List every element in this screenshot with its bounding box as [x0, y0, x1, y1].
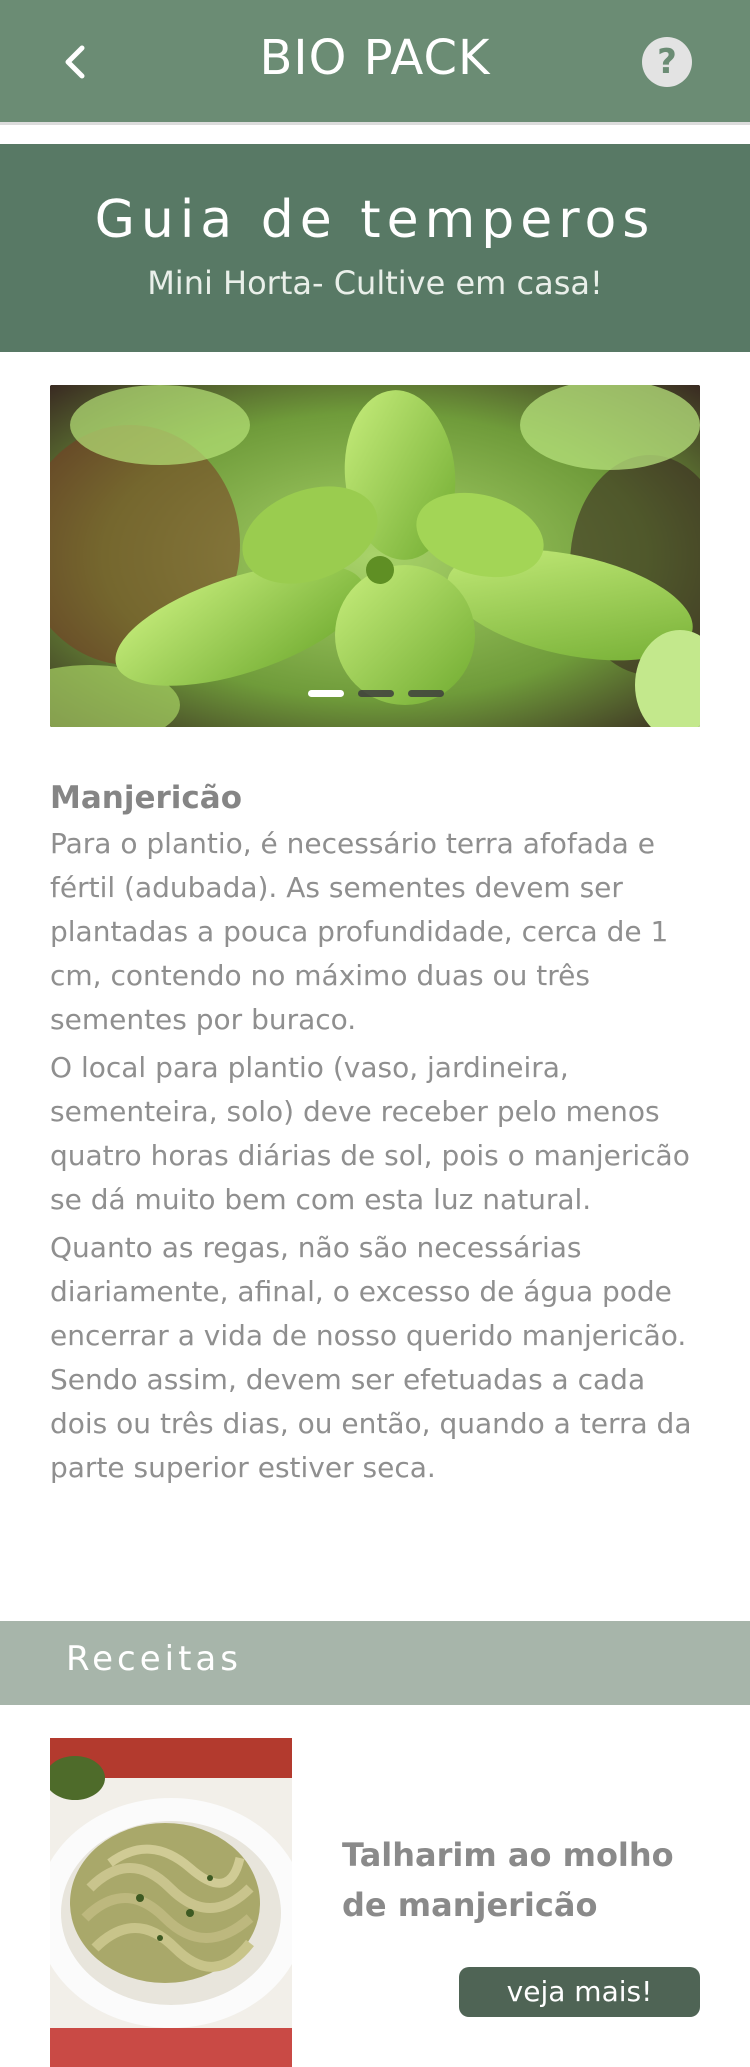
article-paragraph-2: O local para plantio (vaso, jardineira, …	[50, 1051, 690, 1216]
page-title: Guia de temperos	[94, 190, 656, 250]
article-paragraph-1: Para o plantio, é necessário terra afofa…	[50, 827, 669, 1036]
app-title: BIO PACK	[259, 30, 491, 86]
carousel-dot-3[interactable]	[408, 690, 444, 697]
article-paragraph-3: Quanto as regas, não são necessárias dia…	[50, 1231, 692, 1484]
recipes-section-label: Receitas	[66, 1639, 242, 1679]
recipe-image[interactable]	[50, 1738, 292, 2067]
header-divider	[0, 122, 750, 144]
question-circle-icon[interactable]: ?	[642, 37, 692, 87]
carousel-dot-2[interactable]	[358, 690, 394, 697]
carousel-indicators	[308, 690, 444, 698]
herb-name: Manjericão	[50, 780, 242, 816]
recipe-title: Talharim ao molho de manjericão	[342, 1836, 674, 1924]
page-subtitle: Mini Horta- Cultive em casa!	[147, 264, 603, 302]
pasta-dish-image	[50, 1738, 292, 2067]
carousel-dot-1[interactable]	[308, 690, 344, 697]
see-more-button[interactable]: veja mais!	[459, 1967, 700, 2017]
image-carousel[interactable]	[50, 385, 700, 727]
basil-plant-image	[50, 385, 700, 727]
recipes-section-header: Receitas	[0, 1621, 750, 1705]
hero-banner: Guia de temperos Mini Horta- Cultive em …	[0, 144, 750, 352]
herb-article: Manjericão Para o plantio, é necessário …	[50, 780, 710, 1494]
top-app-bar: BIO PACK ?	[0, 0, 750, 122]
